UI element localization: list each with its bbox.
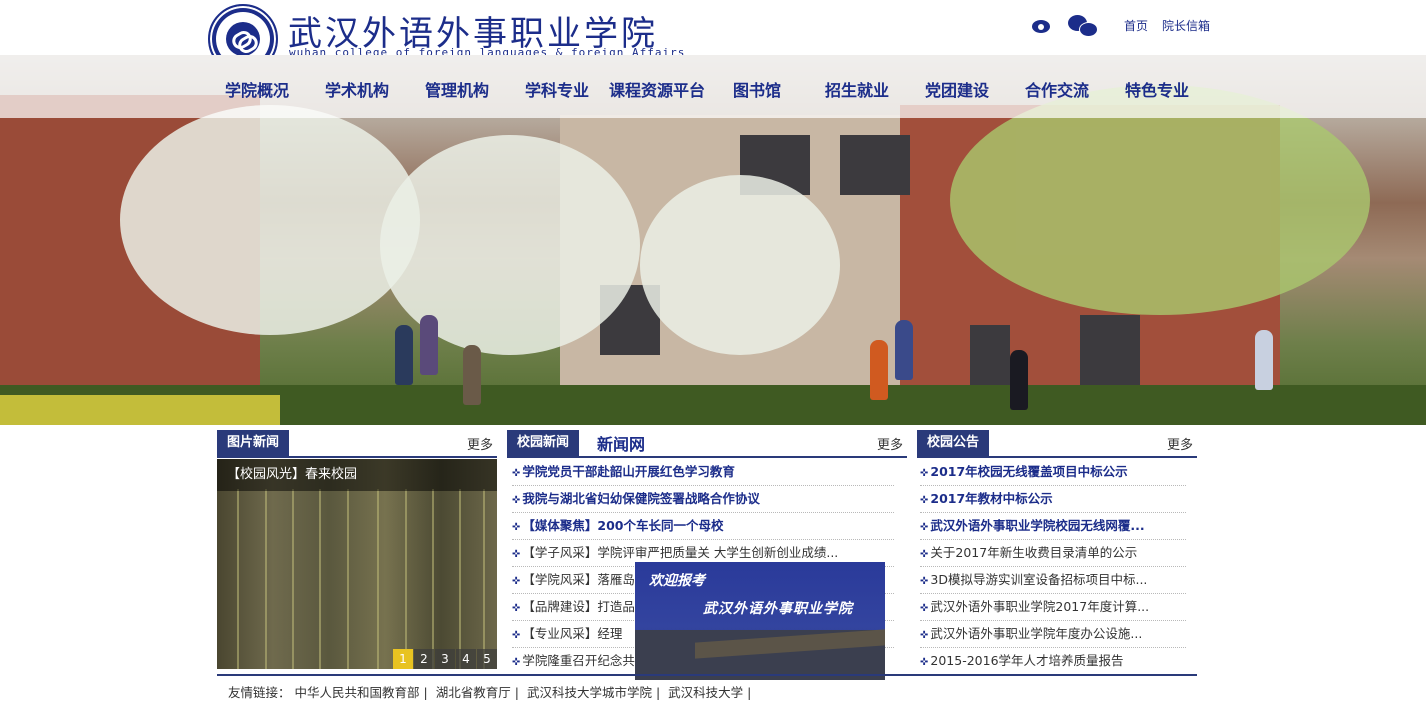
nav-item-admissions[interactable]: 招生就业	[825, 77, 889, 101]
campus-news-tab[interactable]: 校园新闻	[507, 430, 580, 456]
admission-popup[interactable]: 欢迎报考 武汉外语外事职业学院	[635, 562, 885, 680]
news-item[interactable]: ✜ 【媒体聚焦】200个车长同一个母校	[512, 513, 894, 540]
bullet-icon: ✜	[512, 495, 521, 506]
news-item-title[interactable]: 我院与湖北省妇幼保健院签署战略合作协议	[522, 491, 760, 506]
bullet-icon: ✜	[920, 495, 929, 506]
notices-list: ✜ 2017年校园无线覆盖项目中标公示 ✜ 2017年教材中标公示 ✜ 武汉外语外事职业学…	[920, 459, 1186, 675]
notice-item[interactable]: ✜ 武汉外语外事职业学院2017年度计算...	[920, 594, 1186, 621]
notices-more-link[interactable]: 更多	[1167, 434, 1193, 453]
bullet-icon: ✜	[512, 576, 521, 587]
link-moe[interactable]: 中华人民共和国教育部	[295, 685, 420, 700]
bullet-icon: ✜	[920, 657, 929, 668]
bullet-icon: ✜	[920, 522, 929, 533]
bullet-icon: ✜	[512, 630, 521, 641]
bullet-icon: ✜	[512, 468, 521, 479]
notice-item[interactable]: ✜ 2017年教材中标公示	[920, 486, 1186, 513]
photo-news-more-link[interactable]: 更多	[467, 434, 493, 453]
news-item-title[interactable]: 【媒体聚焦】200个车长同一个母校	[522, 518, 723, 533]
nav-item-majors[interactable]: 学科专业	[525, 77, 589, 101]
notice-item-title[interactable]: 2015-2016学年人才培养质量报告	[930, 653, 1123, 668]
news-item-title[interactable]: 【学子风采】学院评审严把质量关 大学生创新创业成绩...	[522, 545, 838, 560]
wechat-icon[interactable]	[1068, 14, 1098, 37]
slide-caption[interactable]: 【校园风光】春来校园	[217, 459, 497, 491]
popup-building-image	[635, 630, 885, 680]
notice-item-title[interactable]: 关于2017年新生收费目录清单的公示	[930, 545, 1137, 560]
link-wust-city[interactable]: 武汉科技大学城市学院	[527, 685, 652, 700]
bullet-icon: ✜	[920, 576, 929, 587]
notice-item[interactable]: ✜ 3D模拟导游实训室设备招标项目中标...	[920, 567, 1186, 594]
notice-item[interactable]: ✜ 武汉外语外事职业学院年度办公设施...	[920, 621, 1186, 648]
slide-pager: 1 2 3 4 5	[392, 649, 497, 669]
nav-item-academic[interactable]: 学术机构	[325, 77, 389, 101]
footer-divider	[217, 674, 1197, 676]
president-mailbox-link[interactable]: 院长信箱	[1162, 17, 1210, 34]
notice-item-title[interactable]: 武汉外语外事职业学院校园无线网覆...	[930, 518, 1144, 533]
notice-item-title[interactable]: 3D模拟导游实训室设备招标项目中标...	[930, 572, 1147, 587]
top-links: 首页 院长信箱	[1030, 10, 1210, 40]
nav-item-library[interactable]: 图书馆	[733, 77, 781, 101]
notice-item[interactable]: ✜ 关于2017年新生收费目录清单的公示	[920, 540, 1186, 567]
weibo-icon[interactable]	[1030, 15, 1054, 35]
news-item-title[interactable]: 学院隆重召开纪念共	[522, 653, 635, 668]
photo-news-tab[interactable]: 图片新闻	[217, 430, 290, 456]
campus-news-more-link[interactable]: 更多	[877, 434, 903, 453]
home-link[interactable]: 首页	[1124, 17, 1148, 34]
slide-page-1[interactable]: 1	[393, 649, 413, 669]
bullet-icon: ✜	[920, 630, 929, 641]
notice-item-title[interactable]: 武汉外语外事职业学院2017年度计算...	[930, 599, 1149, 614]
news-site-link[interactable]: 新闻网	[597, 431, 645, 455]
notice-item-title[interactable]: 武汉外语外事职业学院年度办公设施...	[930, 626, 1142, 641]
news-item-title[interactable]: 【学院风采】落雁岛	[522, 572, 635, 587]
popup-line-2: 武汉外语外事职业学院	[703, 601, 853, 617]
notice-item[interactable]: ✜ 2015-2016学年人才培养质量报告	[920, 648, 1186, 675]
popup-line-1: 欢迎报考	[649, 573, 705, 589]
nav-item-courses[interactable]: 课程资源平台	[609, 77, 705, 101]
notices-header: 校园公告 更多	[917, 430, 1197, 458]
nav-item-about[interactable]: 学院概况	[225, 77, 289, 101]
nav-item-admin[interactable]: 管理机构	[425, 77, 489, 101]
bullet-icon: ✜	[512, 603, 521, 614]
bullet-icon: ✜	[512, 522, 521, 533]
notice-item[interactable]: ✜ 武汉外语外事职业学院校园无线网覆...	[920, 513, 1186, 540]
news-item[interactable]: ✜ 我院与湖北省妇幼保健院签署战略合作协议	[512, 486, 894, 513]
notices-tab[interactable]: 校园公告	[917, 430, 990, 456]
slide-page-3[interactable]: 3	[435, 649, 455, 669]
news-item-title[interactable]: 【品牌建设】打造品	[522, 599, 635, 614]
slide-page-2[interactable]: 2	[414, 649, 434, 669]
link-wust[interactable]: 武汉科技大学	[668, 685, 743, 700]
bullet-icon: ✜	[920, 603, 929, 614]
nav-item-cooperation[interactable]: 合作交流	[1025, 77, 1089, 101]
site-header: 武汉外语外事职业学院 wuhan college of foreign lang…	[0, 0, 1426, 74]
bullet-icon: ✜	[512, 657, 521, 668]
notice-item-title[interactable]: 2017年教材中标公示	[930, 491, 1052, 506]
news-item-title[interactable]: 【专业风采】经理	[522, 626, 622, 641]
main-nav: 学院概况 学术机构 管理机构 学科专业 课程资源平台 图书馆 招生就业 党团建设…	[0, 55, 1426, 118]
notice-item[interactable]: ✜ 2017年校园无线覆盖项目中标公示	[920, 459, 1186, 486]
friendly-links-label: 友情链接：	[228, 685, 291, 700]
slide-page-5[interactable]: 5	[477, 649, 497, 669]
friendly-links: 友情链接： 中华人民共和国教育部 | 湖北省教育厅 | 武汉科技大学城市学院 | 武汉…	[228, 685, 752, 700]
photo-news-header: 图片新闻 更多	[217, 430, 497, 458]
news-item-title[interactable]: 学院党员干部赴韶山开展红色学习教育	[522, 464, 735, 479]
bullet-icon: ✜	[920, 468, 929, 479]
bullet-icon: ✜	[920, 549, 929, 560]
slide-page-4[interactable]: 4	[456, 649, 476, 669]
campus-news-header: 校园新闻 新闻网 更多	[507, 430, 907, 458]
news-item[interactable]: ✜ 学院党员干部赴韶山开展红色学习教育	[512, 459, 894, 486]
bullet-icon: ✜	[512, 549, 521, 560]
notice-item-title[interactable]: 2017年校园无线覆盖项目中标公示	[930, 464, 1127, 479]
nav-item-featured[interactable]: 特色专业	[1125, 77, 1189, 101]
photo-news-slideshow[interactable]: 【校园风光】春来校园 1 2 3 4 5	[217, 459, 497, 669]
nav-item-party[interactable]: 党团建设	[925, 77, 989, 101]
link-hubei-edu[interactable]: 湖北省教育厅	[436, 685, 511, 700]
